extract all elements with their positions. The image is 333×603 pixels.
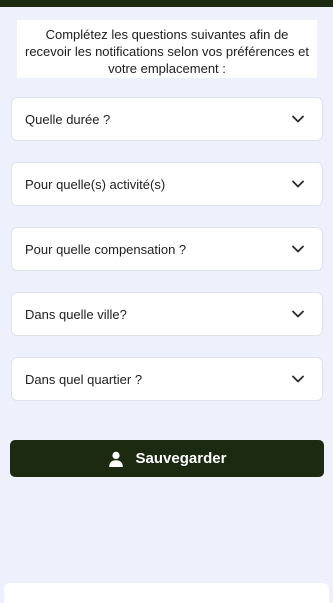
chevron-down-icon bbox=[292, 245, 304, 253]
save-button-label: Sauvegarder bbox=[135, 450, 227, 467]
city-select[interactable]: Dans quelle ville? bbox=[11, 292, 323, 336]
duration-select-label: Quelle durée ? bbox=[25, 111, 111, 127]
compensation-select-label: Pour quelle compensation ? bbox=[25, 241, 187, 257]
save-button[interactable]: Sauvegarder bbox=[10, 440, 324, 477]
intro-text: Complétez les questions suivantes afin d… bbox=[25, 27, 309, 76]
intro-card: Complétez les questions suivantes afin d… bbox=[17, 20, 317, 78]
activity-select[interactable]: Pour quelle(s) activité(s) bbox=[11, 162, 323, 206]
chevron-down-icon bbox=[292, 180, 304, 188]
top-bar bbox=[0, 0, 333, 7]
activity-select-label: Pour quelle(s) activité(s) bbox=[25, 176, 166, 192]
bottom-panel bbox=[4, 583, 329, 603]
duration-select[interactable]: Quelle durée ? bbox=[11, 97, 323, 141]
compensation-select[interactable]: Pour quelle compensation ? bbox=[11, 227, 323, 271]
chevron-down-icon bbox=[292, 375, 304, 383]
chevron-down-icon bbox=[292, 310, 304, 318]
chevron-down-icon bbox=[292, 115, 304, 123]
user-icon bbox=[108, 451, 123, 467]
neighborhood-select-label: Dans quel quartier ? bbox=[25, 371, 143, 387]
city-select-label: Dans quelle ville? bbox=[25, 306, 127, 322]
neighborhood-select[interactable]: Dans quel quartier ? bbox=[11, 357, 323, 401]
